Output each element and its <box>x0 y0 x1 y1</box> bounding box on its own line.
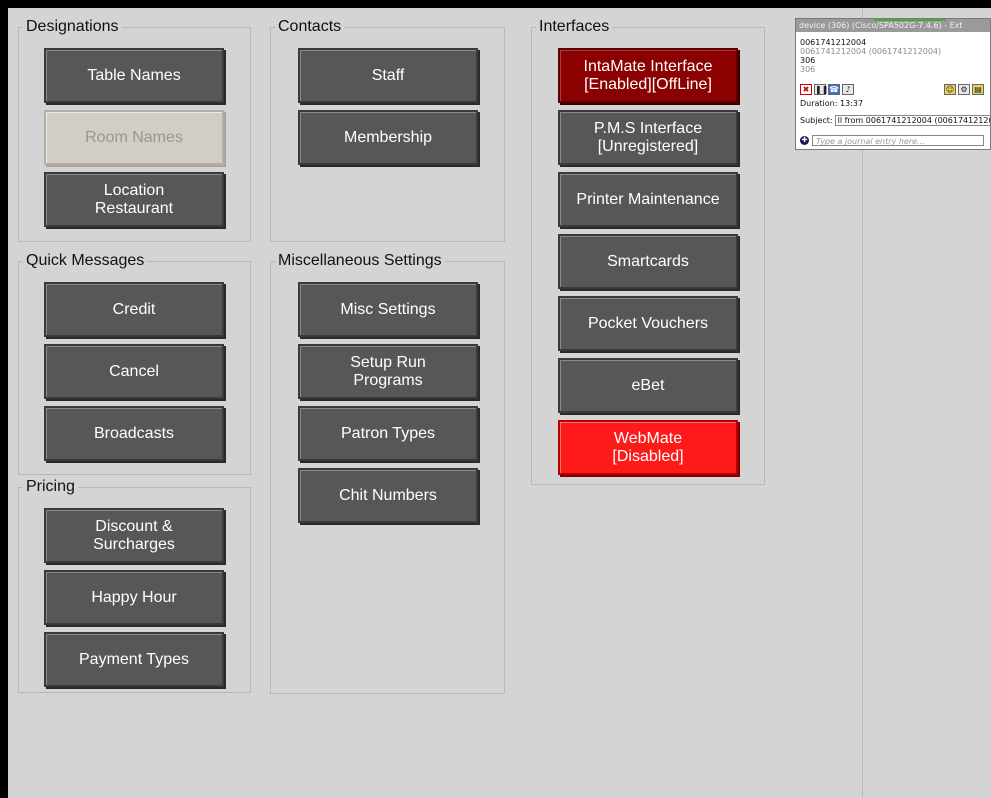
transfer-icon[interactable]: ☎ <box>828 84 840 95</box>
pocket-vouchers-button[interactable]: Pocket Vouchers <box>558 296 738 351</box>
contact-icon[interactable]: ☺ <box>944 84 956 95</box>
broadcasts-button[interactable]: Broadcasts <box>44 406 224 461</box>
table-names-button[interactable]: Table Names <box>44 48 224 103</box>
extension-detail: 306 <box>800 65 816 74</box>
intamate-interface-button[interactable]: IntaMate Interface [Enabled][OffLine] <box>558 48 738 103</box>
staff-button[interactable]: Staff <box>298 48 478 103</box>
pricing-label: Pricing <box>23 477 78 497</box>
hangup-icon[interactable]: ✖ <box>800 84 812 95</box>
contacts-label: Contacts <box>275 17 345 37</box>
call-popup: device (306) (Cisco/SPA502G-7.4.6) - Ext… <box>795 18 991 150</box>
interfaces-label: Interfaces <box>536 17 613 37</box>
discount-surcharges-button[interactable]: Discount & Surcharges <box>44 508 224 563</box>
smartcards-button[interactable]: Smartcards <box>558 234 738 289</box>
note-icon[interactable]: ▤ <box>972 84 984 95</box>
chit-numbers-button[interactable]: Chit Numbers <box>298 468 478 523</box>
subject-row: Subject: ll from 0061741212004 (006174121… <box>800 115 990 126</box>
caller-number-detail: 0061741212004 (0061741212004) <box>800 47 942 56</box>
setup-run-programs-button[interactable]: Setup Run Programs <box>298 344 478 399</box>
speaker-icon[interactable]: ♪ <box>842 84 854 95</box>
designations-label: Designations <box>23 17 122 37</box>
location-restaurant-button[interactable]: Location Restaurant <box>44 172 224 227</box>
ebet-button[interactable]: eBet <box>558 358 738 413</box>
room-names-button[interactable]: Room Names <box>44 110 224 165</box>
settings-icon[interactable]: ⚙ <box>958 84 970 95</box>
popup-status-bar <box>874 19 946 21</box>
pause-icon[interactable]: ❚❚ <box>814 84 828 95</box>
credit-button[interactable]: Credit <box>44 282 224 337</box>
webmate-button[interactable]: WebMate [Disabled] <box>558 420 738 475</box>
membership-button[interactable]: Membership <box>298 110 478 165</box>
extension: 306 <box>800 56 816 65</box>
misc-settings-label: Miscellaneous Settings <box>275 251 445 271</box>
journal-row: ✚ Type a journal entry here... <box>800 135 984 146</box>
caller-number: 0061741212004 <box>800 38 867 47</box>
add-journal-icon[interactable]: ✚ <box>800 136 809 145</box>
cancel-button[interactable]: Cancel <box>44 344 224 399</box>
happy-hour-button[interactable]: Happy Hour <box>44 570 224 625</box>
subject-field[interactable]: ll from 0061741212004 (0061741212004) <box>834 115 990 126</box>
call-controls: ✖ ❚❚ ☎ ♪ <box>800 84 854 95</box>
subject-label: Subject: <box>800 116 833 125</box>
payment-types-button[interactable]: Payment Types <box>44 632 224 687</box>
popup-tools: ☺ ⚙ ▤ <box>944 84 984 95</box>
patron-types-button[interactable]: Patron Types <box>298 406 478 461</box>
quick-messages-label: Quick Messages <box>23 251 148 271</box>
misc-settings-button[interactable]: Misc Settings <box>298 282 478 337</box>
pms-interface-button[interactable]: P.M.S Interface [Unregistered] <box>558 110 738 165</box>
call-duration: Duration: 13:37 <box>800 99 864 108</box>
journal-input[interactable]: Type a journal entry here... <box>812 135 984 146</box>
printer-maintenance-button[interactable]: Printer Maintenance <box>558 172 738 227</box>
